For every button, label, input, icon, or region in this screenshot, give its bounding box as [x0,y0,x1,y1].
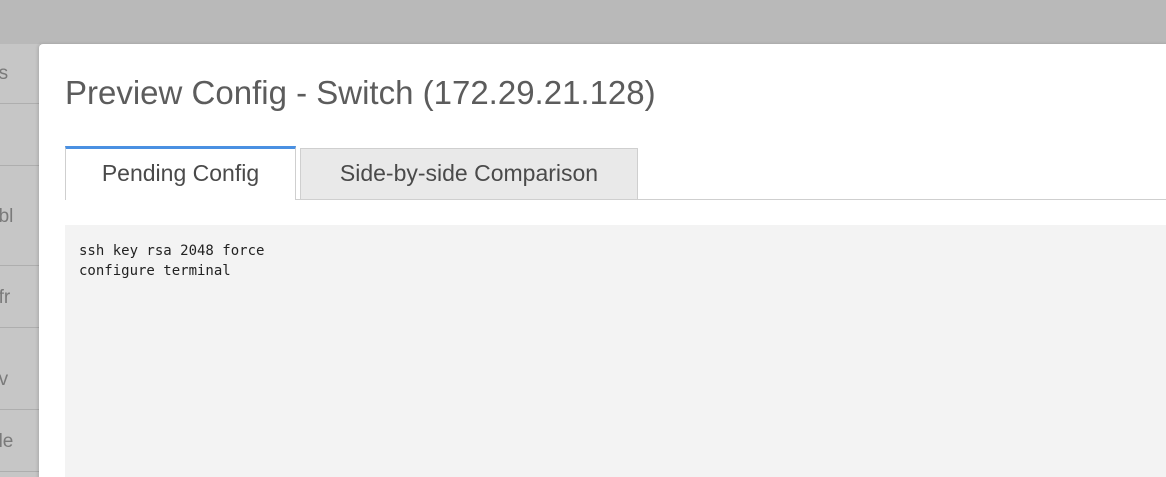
background-sidebar-item [0,106,40,166]
background-sidebar-label: efr [0,287,11,308]
background-sidebar-label: abl [0,206,14,227]
config-line: ssh key rsa 2048 force [79,243,265,259]
background-sidebar-item: ns [0,44,40,104]
tab-label: Side-by-side Comparison [339,160,599,186]
preview-config-modal: Preview Config - Switch (172.29.21.128) … [39,44,1166,477]
background-sidebar-label: ele [0,431,14,452]
background-sidebar: ns abl efr av ele [0,44,40,477]
background-sidebar-item: abl [0,168,40,266]
background-sidebar-label: av [0,369,8,390]
tab-side-by-side-comparison[interactable]: Side-by-side Comparison [300,148,638,199]
pending-config-text[interactable]: ssh key rsa 2048 force configure termina… [65,225,1166,477]
tab-pending-config[interactable]: Pending Config [65,146,296,200]
background-sidebar-item: efr [0,268,40,328]
background-sidebar-label: ns [0,63,8,84]
tab-bar: Pending Config Side-by-side Comparison [65,146,1166,200]
background-sidebar-item: av [0,350,40,410]
tab-label: Pending Config [101,160,260,186]
modal-title: Preview Config - Switch (172.29.21.128) [65,74,656,111]
config-line: configure terminal [79,263,231,279]
background-sidebar-item: ele [0,412,40,472]
page: ns abl efr av ele Preview Config - Switc… [0,0,1166,477]
